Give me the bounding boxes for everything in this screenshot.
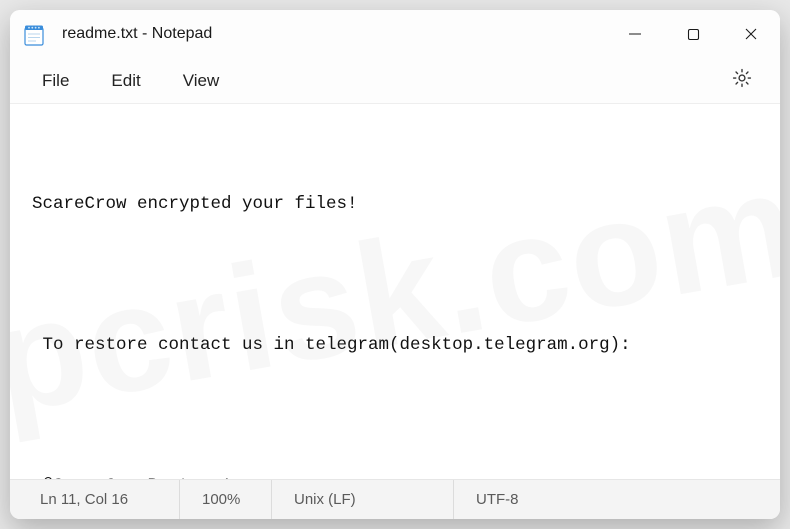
notepad-window: readme.txt - Notepad File Edit View [10, 10, 780, 519]
window-title: readme.txt - Notepad [62, 25, 212, 43]
maximize-button[interactable] [664, 10, 722, 58]
statusbar: Ln 11, Col 16 100% Unix (LF) UTF-8 [10, 479, 780, 519]
text-line: To restore contact us in telegram(deskto… [32, 334, 758, 358]
menu-view[interactable]: View [173, 65, 238, 97]
menu-edit[interactable]: Edit [101, 65, 158, 97]
notepad-app-icon [24, 24, 44, 46]
minimize-button[interactable] [606, 10, 664, 58]
text-line: @ScareCrowRestore1 [32, 475, 758, 479]
text-editor-area[interactable]: pcrisk.com ScareCrow encrypted your file… [10, 104, 780, 479]
status-line-ending: Unix (LF) [294, 480, 454, 519]
status-zoom[interactable]: 100% [202, 480, 272, 519]
text-line: ScareCrow encrypted your files! [32, 193, 758, 217]
gear-icon [731, 67, 753, 94]
menubar: File Edit View [10, 58, 780, 104]
close-button[interactable] [722, 10, 780, 58]
menu-file[interactable]: File [32, 65, 87, 97]
status-cursor-position: Ln 11, Col 16 [40, 480, 180, 519]
status-encoding: UTF-8 [476, 480, 546, 519]
text-line-blank [32, 264, 758, 287]
window-controls [606, 10, 780, 58]
text-line-blank [32, 405, 758, 428]
titlebar: readme.txt - Notepad [10, 10, 780, 58]
settings-button[interactable] [722, 61, 762, 101]
